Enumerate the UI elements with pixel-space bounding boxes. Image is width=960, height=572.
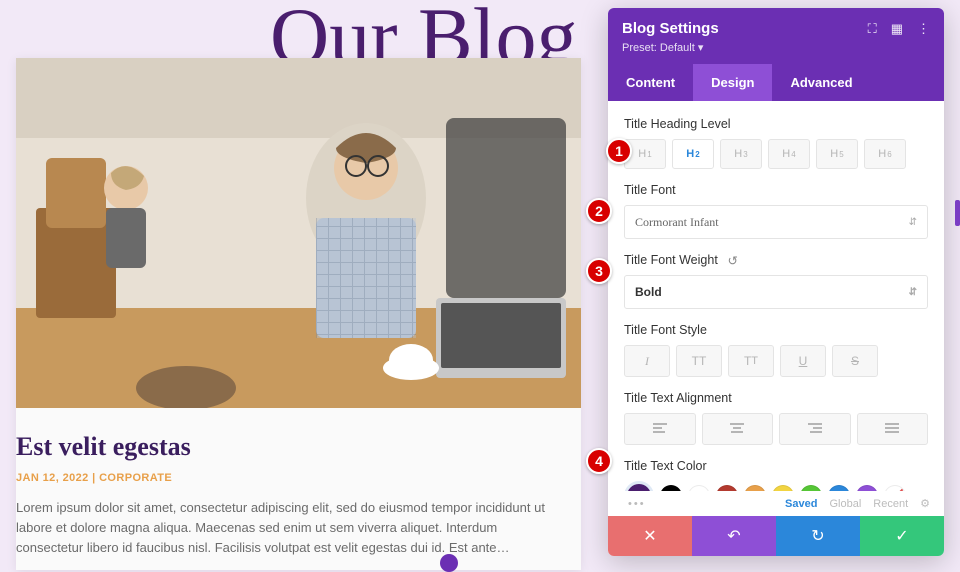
callout-1: 1 bbox=[606, 138, 632, 164]
color-swatch-yellow[interactable] bbox=[772, 485, 794, 491]
color-swatch-black[interactable] bbox=[660, 485, 682, 491]
blog-featured-image bbox=[16, 58, 581, 408]
label-text-color: Title Text Color bbox=[624, 459, 928, 473]
label-alignment: Title Text Alignment bbox=[624, 391, 928, 405]
save-button[interactable]: ✓ bbox=[860, 516, 944, 556]
tab-content[interactable]: Content bbox=[608, 64, 693, 101]
settings-panel: Blog Settings ⛶ ▦ ⋮ Preset: Default ▾ Co… bbox=[608, 8, 944, 556]
align-center-button[interactable] bbox=[702, 413, 774, 445]
font-weight-select[interactable]: Bold ⇵ bbox=[624, 275, 928, 309]
blog-post-meta: JAN 12, 2022 | CORPORATE bbox=[16, 472, 557, 484]
color-swatch-blue[interactable] bbox=[828, 485, 850, 491]
label-heading-level: Title Heading Level bbox=[624, 117, 928, 131]
panel-body: Title Heading Level H1 H2 H3 H4 H5 H6 Ti… bbox=[608, 101, 944, 491]
label-font-style: Title Font Style bbox=[624, 323, 928, 337]
grid-icon[interactable]: ▦ bbox=[891, 21, 903, 37]
reset-icon[interactable]: ↺ bbox=[726, 253, 740, 267]
color-swatch-none[interactable] bbox=[884, 485, 906, 491]
color-swatch-red[interactable] bbox=[716, 485, 738, 491]
heading-h3-button[interactable]: H3 bbox=[720, 139, 762, 169]
heading-h6-button[interactable]: H6 bbox=[864, 139, 906, 169]
more-icon[interactable]: ⋮ bbox=[917, 21, 930, 37]
chevron-updown-icon: ⇵ bbox=[909, 287, 917, 298]
tab-advanced[interactable]: Advanced bbox=[772, 64, 870, 101]
font-weight-value: Bold bbox=[635, 285, 662, 299]
title-font-select[interactable]: Cormorant Infant ⇵ bbox=[624, 205, 928, 239]
heading-h4-button[interactable]: H4 bbox=[768, 139, 810, 169]
tab-saved[interactable]: Saved bbox=[785, 498, 817, 510]
blog-post-card: Est velit egestas JAN 12, 2022 | CORPORA… bbox=[16, 58, 581, 570]
heading-level-group: H1 H2 H3 H4 H5 H6 bbox=[624, 139, 928, 169]
redo-button[interactable]: ↻ bbox=[776, 516, 860, 556]
callout-3: 3 bbox=[586, 258, 612, 284]
label-title-font: Title Font bbox=[624, 183, 928, 197]
heading-h5-button[interactable]: H5 bbox=[816, 139, 858, 169]
more-dots-icon[interactable]: ••• bbox=[628, 498, 646, 510]
label-font-weight: Title Font Weight ↺ bbox=[624, 253, 928, 267]
color-swatch-orange[interactable] bbox=[744, 485, 766, 491]
italic-button[interactable]: I bbox=[624, 345, 670, 377]
eyedropper-button[interactable] bbox=[624, 481, 654, 491]
gear-icon[interactable]: ⚙ bbox=[920, 497, 930, 510]
module-handle-dot[interactable] bbox=[440, 554, 458, 572]
uppercase-button[interactable]: TT bbox=[676, 345, 722, 377]
tab-recent[interactable]: Recent bbox=[873, 498, 908, 510]
align-right-button[interactable] bbox=[779, 413, 851, 445]
panel-tabs: Content Design Advanced bbox=[608, 64, 944, 101]
color-swatch-green[interactable] bbox=[800, 485, 822, 491]
undo-button[interactable]: ↶ bbox=[692, 516, 776, 556]
font-style-group: I TT TT U S bbox=[624, 345, 928, 377]
blog-post-title: Est velit egestas bbox=[16, 432, 557, 462]
align-justify-button[interactable] bbox=[857, 413, 929, 445]
color-swatch-row bbox=[624, 481, 928, 491]
expand-icon[interactable]: ⛶ bbox=[868, 21, 877, 37]
heading-h2-button[interactable]: H2 bbox=[672, 139, 714, 169]
chevron-updown-icon: ⇵ bbox=[909, 217, 917, 228]
strikethrough-button[interactable]: S bbox=[832, 345, 878, 377]
color-swatch-white[interactable] bbox=[688, 485, 710, 491]
panel-action-bar: ✕ ↶ ↻ ✓ bbox=[608, 516, 944, 556]
cancel-button[interactable]: ✕ bbox=[608, 516, 692, 556]
panel-footer-meta: ••• Saved Global Recent ⚙ bbox=[608, 491, 944, 516]
title-font-value: Cormorant Infant bbox=[635, 215, 719, 230]
panel-title: Blog Settings bbox=[622, 20, 719, 37]
tab-design[interactable]: Design bbox=[693, 64, 772, 101]
alignment-group bbox=[624, 413, 928, 445]
callout-4: 4 bbox=[586, 448, 612, 474]
smallcaps-button[interactable]: TT bbox=[728, 345, 774, 377]
panel-header: Blog Settings ⛶ ▦ ⋮ Preset: Default ▾ bbox=[608, 8, 944, 64]
scrollbar-thumb[interactable] bbox=[955, 200, 960, 226]
underline-button[interactable]: U bbox=[780, 345, 826, 377]
callout-2: 2 bbox=[586, 198, 612, 224]
color-swatch-purple[interactable] bbox=[856, 485, 878, 491]
preset-selector[interactable]: Preset: Default ▾ bbox=[622, 41, 930, 54]
blog-post-excerpt: Lorem ipsum dolor sit amet, consectetur … bbox=[16, 498, 557, 558]
tab-global[interactable]: Global bbox=[829, 498, 861, 510]
blog-body: Est velit egestas JAN 12, 2022 | CORPORA… bbox=[16, 408, 581, 570]
align-left-button[interactable] bbox=[624, 413, 696, 445]
